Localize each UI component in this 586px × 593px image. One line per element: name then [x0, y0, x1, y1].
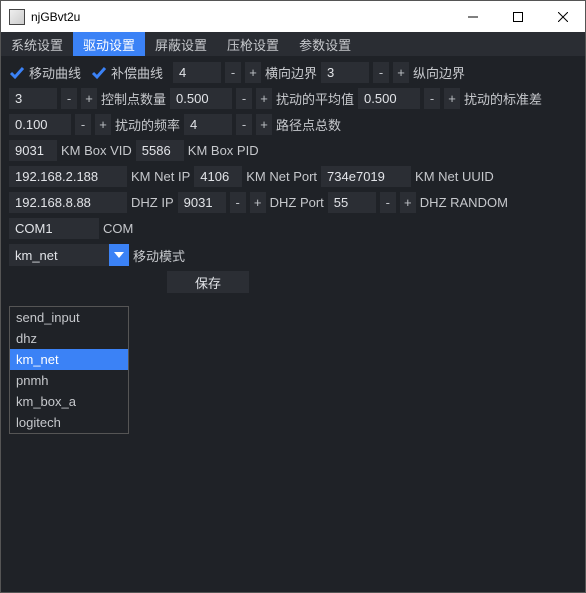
row-1: 移动曲线 补偿曲线 - + 横向边界 - + 纵向边界 — [9, 62, 577, 83]
label-km-box-pid: KM Box PID — [188, 143, 259, 158]
tab-param[interactable]: 参数设置 — [289, 32, 361, 56]
label-perturb-std: 扰动的标准差 — [464, 89, 542, 108]
label-comp-curve: 补偿曲线 — [111, 63, 163, 82]
label-move-curve: 移动曲线 — [29, 63, 81, 82]
row-4: KM Box VID KM Box PID — [9, 140, 577, 161]
spin-plus[interactable]: + — [95, 114, 111, 135]
option-send-input[interactable]: send_input — [10, 307, 128, 328]
input-v-border[interactable] — [9, 88, 57, 109]
row-9: 保存 — [9, 271, 577, 293]
row-7: COM — [9, 218, 577, 239]
input-perturb-mean[interactable] — [358, 88, 420, 109]
chevron-down-icon — [109, 244, 129, 266]
spin-plus[interactable]: + — [256, 88, 272, 109]
combo-move-mode[interactable]: km_net — [9, 244, 129, 266]
row-3: - + 扰动的频率 - + 路径点总数 — [9, 114, 577, 135]
tab-driver[interactable]: 驱动设置 — [73, 32, 145, 56]
checkbox-move-curve[interactable]: 移动曲线 — [9, 63, 81, 82]
spin-minus[interactable]: - — [373, 62, 389, 83]
titlebar: njGBvt2u — [1, 1, 585, 32]
check-icon — [9, 65, 25, 81]
spin-plus[interactable]: + — [245, 62, 261, 83]
label-move-mode: 移动模式 — [133, 246, 185, 265]
spin-minus[interactable]: - — [424, 88, 440, 109]
spin-minus[interactable]: - — [61, 88, 77, 109]
label-h-border: 横向边界 — [265, 63, 317, 82]
window-title: njGBvt2u — [31, 10, 80, 24]
spin-plus[interactable]: + — [81, 88, 97, 109]
input-dhz-ip[interactable] — [9, 192, 127, 213]
label-km-net-ip: KM Net IP — [131, 169, 190, 184]
label-km-box-vid: KM Box VID — [61, 143, 132, 158]
label-com: COM — [103, 221, 133, 236]
input-km-net-port[interactable] — [194, 166, 242, 187]
window: njGBvt2u 系统设置 驱动设置 屏蔽设置 压枪设置 参数设置 — [0, 0, 586, 593]
label-km-net-port: KM Net Port — [246, 169, 317, 184]
label-dhz-port: DHZ Port — [270, 195, 324, 210]
tab-system[interactable]: 系统设置 — [1, 32, 73, 56]
input-dhz-random[interactable] — [328, 192, 376, 213]
tab-bar: 系统设置 驱动设置 屏蔽设置 压枪设置 参数设置 — [1, 32, 585, 56]
app-icon — [9, 9, 25, 25]
tab-press[interactable]: 压枪设置 — [217, 32, 289, 56]
spin-minus[interactable]: - — [236, 88, 252, 109]
label-path-total: 路径点总数 — [276, 115, 341, 134]
option-km-box-a[interactable]: km_box_a — [10, 391, 128, 412]
row-8: km_net 移动模式 — [9, 244, 577, 266]
input-km-box-vid2[interactable] — [136, 140, 184, 161]
minimize-button[interactable] — [450, 1, 495, 32]
dropdown-move-mode: send_input dhz km_net pnmh km_box_a logi… — [9, 306, 129, 434]
label-dhz-ip: DHZ IP — [131, 195, 174, 210]
spin-plus[interactable]: + — [400, 192, 416, 213]
input-v1[interactable] — [173, 62, 221, 83]
label-perturb-freq: 扰动的频率 — [115, 115, 180, 134]
row-2: - + 控制点数量 - + 扰动的平均值 - + 扰动的标准差 — [9, 88, 577, 109]
input-dhz-port[interactable] — [178, 192, 226, 213]
row-5: KM Net IP KM Net Port KM Net UUID — [9, 166, 577, 187]
spin-minus[interactable]: - — [380, 192, 396, 213]
spin-minus[interactable]: - — [225, 62, 241, 83]
label-km-net-uuid: KM Net UUID — [415, 169, 494, 184]
option-dhz[interactable]: dhz — [10, 328, 128, 349]
client-area: 系统设置 驱动设置 屏蔽设置 压枪设置 参数设置 移动曲线 补偿曲 — [1, 32, 585, 592]
input-h-border[interactable] — [321, 62, 369, 83]
row-6: DHZ IP - + DHZ Port - + DHZ RANDOM — [9, 192, 577, 213]
spin-plus[interactable]: + — [250, 192, 266, 213]
checkbox-comp-curve[interactable]: 补偿曲线 — [91, 63, 163, 82]
save-button[interactable]: 保存 — [167, 271, 249, 293]
input-com[interactable] — [9, 218, 99, 239]
input-ctrl-points[interactable] — [170, 88, 232, 109]
spin-plus[interactable]: + — [444, 88, 460, 109]
label-ctrl-points: 控制点数量 — [101, 89, 166, 108]
label-perturb-mean: 扰动的平均值 — [276, 89, 354, 108]
close-button[interactable] — [540, 1, 585, 32]
option-logitech[interactable]: logitech — [10, 412, 128, 433]
input-perturb-std[interactable] — [9, 114, 71, 135]
label-v-border: 纵向边界 — [413, 63, 465, 82]
spin-minus[interactable]: - — [75, 114, 91, 135]
settings-pane: 移动曲线 补偿曲线 - + 横向边界 - + 纵向边界 — [1, 56, 585, 304]
spin-minus[interactable]: - — [230, 192, 246, 213]
tab-shield[interactable]: 屏蔽设置 — [145, 32, 217, 56]
spin-plus[interactable]: + — [256, 114, 272, 135]
label-dhz-random: DHZ RANDOM — [420, 195, 508, 210]
input-km-box-vid[interactable] — [9, 140, 57, 161]
input-km-net-uuid[interactable] — [321, 166, 411, 187]
maximize-button[interactable] — [495, 1, 540, 32]
input-perturb-freq[interactable] — [184, 114, 232, 135]
option-km-net[interactable]: km_net — [10, 349, 128, 370]
input-km-net-ip[interactable] — [9, 166, 127, 187]
check-icon — [91, 65, 107, 81]
window-controls — [450, 1, 585, 32]
option-pnmh[interactable]: pnmh — [10, 370, 128, 391]
spin-plus[interactable]: + — [393, 62, 409, 83]
combo-value: km_net — [9, 248, 109, 263]
spin-minus[interactable]: - — [236, 114, 252, 135]
